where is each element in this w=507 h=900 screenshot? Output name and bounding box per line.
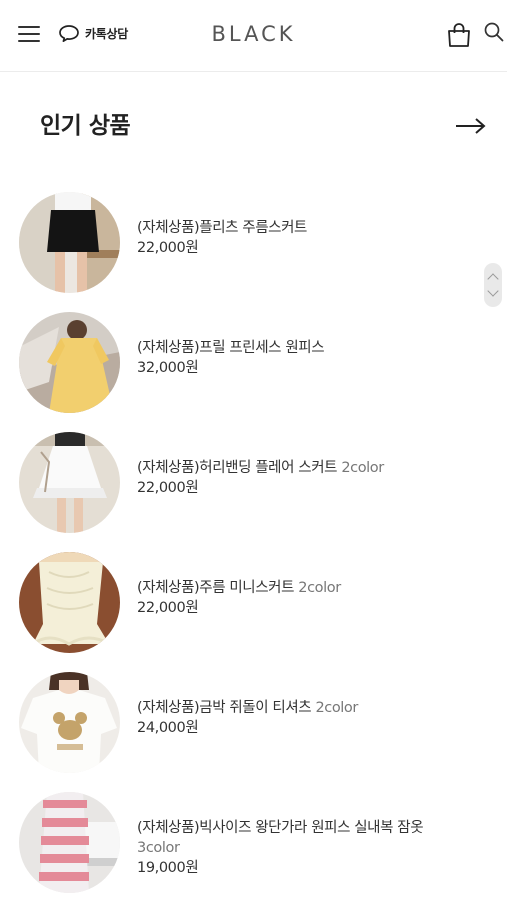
speech-bubble-icon (59, 25, 79, 43)
product-price: 19,000원 (137, 860, 199, 876)
product-variant: 2color (315, 700, 358, 716)
product-item[interactable]: (자체상품)프릴 프린세스 원피스 32,000원 (0, 312, 490, 414)
menu-line (18, 40, 40, 42)
chevron-down-icon (487, 285, 499, 297)
product-image (19, 552, 120, 653)
product-name-row: (자체상품)주름 미니스커트 2color (137, 578, 482, 598)
product-name: (자체상품)주름 미니스커트 (137, 580, 295, 596)
brand-logo[interactable]: BLACK (211, 22, 295, 46)
product-name: (자체상품)플리츠 주름스커트 (137, 220, 308, 236)
product-name-row: (자체상품)플리츠 주름스커트 (137, 218, 482, 238)
cart-button[interactable] (446, 22, 472, 52)
product-price: 32,000원 (137, 360, 199, 376)
product-thumbnail (19, 552, 120, 653)
product-info: (자체상품)금박 쥐돌이 티셔츠 2color 24,000원 (137, 698, 482, 738)
section-title: 인기 상품 (40, 113, 131, 139)
product-item[interactable]: (자체상품)주름 미니스커트 2color 22,000원 (0, 552, 490, 654)
menu-line (18, 26, 40, 28)
popular-products-header: 인기 상품 (0, 104, 507, 144)
product-name: (자체상품)프릴 프린세스 원피스 (137, 340, 325, 356)
shopping-bag-icon (448, 23, 470, 47)
view-more-button[interactable] (455, 116, 487, 140)
product-info: (자체상품)빅사이즈 왕단가라 원피스 실내복 잠옷 3color 19,000원 (137, 818, 482, 878)
product-info: (자체상품)주름 미니스커트 2color 22,000원 (137, 578, 482, 618)
search-button[interactable] (483, 21, 505, 47)
chevron-up-icon (487, 273, 499, 285)
product-image (19, 192, 120, 293)
product-variant: 2color (341, 460, 384, 476)
product-image (19, 432, 120, 533)
product-name-row: (자체상품)금박 쥐돌이 티셔츠 2color (137, 698, 482, 718)
product-price: 22,000원 (137, 480, 199, 496)
menu-line (18, 33, 40, 35)
product-name: (자체상품)금박 쥐돌이 티셔츠 (137, 700, 312, 716)
product-name-row: (자체상품)허리밴딩 플레어 스커트 2color (137, 458, 482, 478)
product-info: (자체상품)프릴 프린세스 원피스 32,000원 (137, 338, 482, 378)
product-name: (자체상품)빅사이즈 왕단가라 원피스 실내복 잠옷 (137, 820, 424, 836)
product-item[interactable]: (자체상품)플리츠 주름스커트 22,000원 (0, 192, 490, 294)
kakao-chat-button[interactable]: 카톡상담 (58, 24, 128, 43)
product-name-row: (자체상품)빅사이즈 왕단가라 원피스 실내복 잠옷 3color (137, 818, 482, 858)
product-info: (자체상품)허리밴딩 플레어 스커트 2color 22,000원 (137, 458, 482, 498)
product-price: 22,000원 (137, 240, 199, 256)
product-variant: 2color (298, 580, 341, 596)
product-name-row: (자체상품)프릴 프린세스 원피스 (137, 338, 482, 358)
product-variant: 3color (137, 840, 180, 856)
kakao-chat-label: 카톡상담 (85, 27, 128, 41)
product-thumbnail (19, 192, 120, 293)
product-image (19, 312, 120, 413)
scroll-indicator[interactable] (484, 263, 502, 307)
product-thumbnail (19, 432, 120, 533)
product-thumbnail (19, 792, 120, 893)
product-item[interactable]: (자체상품)금박 쥐돌이 티셔츠 2color 24,000원 (0, 672, 490, 774)
arrow-right-icon (456, 118, 486, 134)
product-thumbnail (19, 672, 120, 773)
product-image (19, 672, 120, 773)
top-header: 카톡상담 BLACK (0, 0, 507, 72)
product-item[interactable]: (자체상품)허리밴딩 플레어 스커트 2color 22,000원 (0, 432, 490, 534)
product-info: (자체상품)플리츠 주름스커트 22,000원 (137, 218, 482, 258)
product-name: (자체상품)허리밴딩 플레어 스커트 (137, 460, 338, 476)
product-image (19, 792, 120, 893)
hamburger-menu-icon[interactable] (18, 24, 42, 44)
product-item[interactable]: (자체상품)빅사이즈 왕단가라 원피스 실내복 잠옷 3color 19,000원 (0, 792, 490, 894)
product-price: 22,000원 (137, 600, 199, 616)
search-icon (484, 22, 504, 42)
product-thumbnail (19, 312, 120, 413)
product-price: 24,000원 (137, 720, 199, 736)
